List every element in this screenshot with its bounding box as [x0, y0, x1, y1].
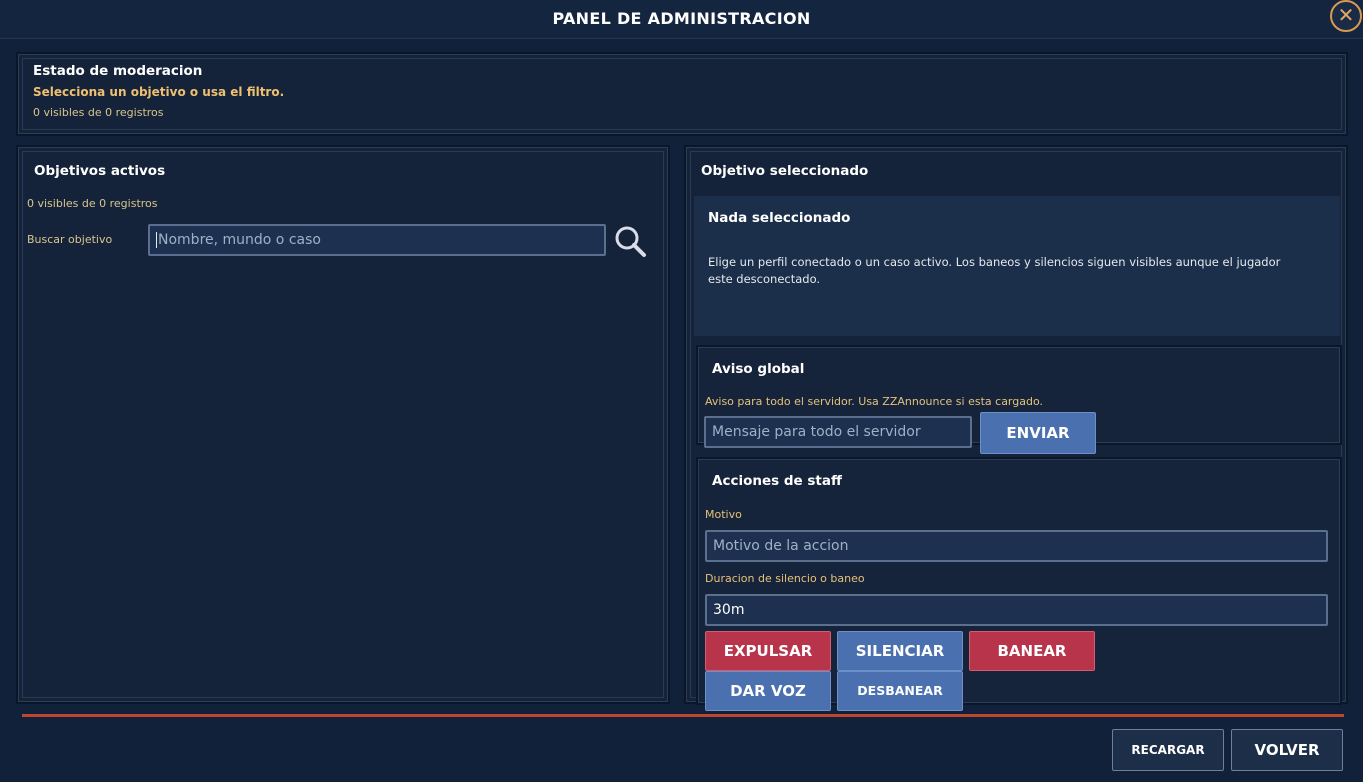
status-count: 0 visibles de 0 registros — [33, 106, 164, 119]
window-title: PANEL DE ADMINISTRACION — [552, 9, 811, 28]
reason-label: Motivo — [705, 508, 742, 521]
text-cursor — [156, 232, 157, 248]
actions-title: Acciones de staff — [712, 473, 842, 489]
send-announce-button[interactable]: ENVIAR — [980, 412, 1096, 454]
duration-value: 30m — [713, 602, 745, 618]
search-placeholder: Nombre, mundo o caso — [158, 232, 321, 248]
status-title: Estado de moderacion — [33, 63, 203, 79]
close-icon[interactable]: ✕ — [1330, 0, 1362, 32]
title-bar: PANEL DE ADMINISTRACION ✕ — [0, 0, 1363, 39]
announce-input[interactable]: Mensaje para todo el servidor — [704, 416, 972, 448]
announce-hint: Aviso para todo el servidor. Usa ZZAnnou… — [705, 395, 1043, 408]
search-input[interactable]: Nombre, mundo o caso — [148, 224, 606, 256]
reason-placeholder: Motivo de la accion — [713, 538, 849, 554]
duration-input[interactable]: 30m — [705, 594, 1328, 626]
footer-divider — [22, 714, 1344, 717]
kick-button[interactable]: EXPULSAR — [705, 631, 831, 671]
unmute-button[interactable]: DAR VOZ — [705, 671, 831, 711]
search-label: Buscar objetivo — [27, 233, 113, 246]
mute-button[interactable]: SILENCIAR — [837, 631, 963, 671]
back-button[interactable]: VOLVER — [1231, 729, 1343, 771]
search-icon[interactable] — [613, 224, 647, 258]
selected-target-panel: Objetivo seleccionado Nada seleccionado … — [684, 145, 1348, 711]
selected-description: Elige un perfil conectado o un caso acti… — [708, 255, 1281, 286]
ban-button[interactable]: BANEAR — [969, 631, 1095, 671]
reload-button[interactable]: RECARGAR — [1112, 729, 1224, 771]
moderation-status-panel: Estado de moderacion Selecciona un objet… — [16, 52, 1348, 136]
selected-info-box: Nada seleccionado Elige un perfil conect… — [694, 196, 1340, 336]
reason-input[interactable]: Motivo de la accion — [705, 530, 1328, 562]
selected-title: Objetivo seleccionado — [701, 163, 869, 179]
targets-title: Objetivos activos — [34, 163, 166, 179]
active-targets-panel: Objetivos activos 0 visibles de 0 regist… — [16, 145, 670, 704]
announce-placeholder: Mensaje para todo el servidor — [712, 424, 921, 440]
selected-heading: Nada seleccionado — [708, 210, 851, 226]
targets-count: 0 visibles de 0 registros — [27, 197, 158, 210]
announce-title: Aviso global — [712, 361, 805, 377]
admin-panel-window: PANEL DE ADMINISTRACION ✕ Estado de mode… — [0, 0, 1363, 782]
unban-button[interactable]: DESBANEAR — [837, 671, 963, 711]
status-message: Selecciona un objetivo o usa el filtro. — [33, 85, 285, 99]
duration-label: Duracion de silencio o baneo — [705, 572, 865, 585]
